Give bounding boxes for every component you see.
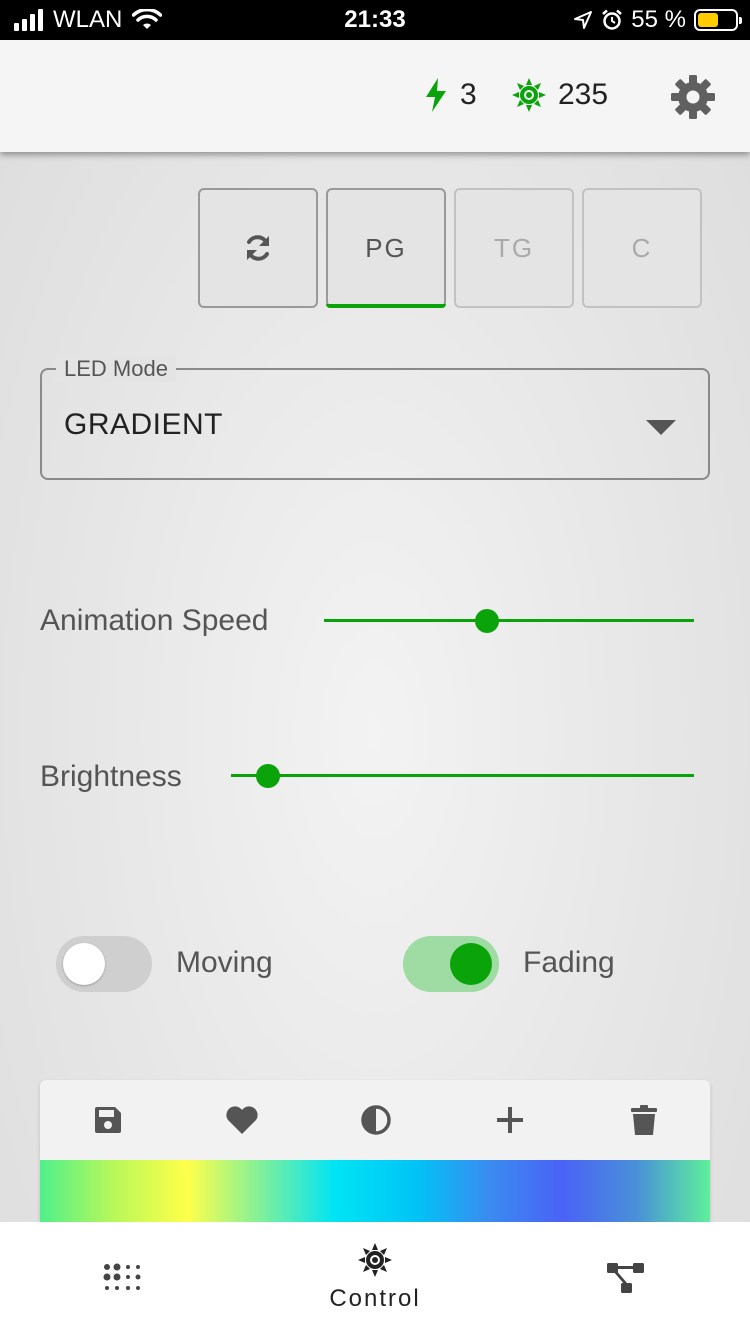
add-color-button[interactable] — [490, 1100, 530, 1140]
refresh-button[interactable] — [198, 188, 318, 308]
location-icon — [574, 11, 593, 29]
bottom-navigation: Control — [0, 1222, 750, 1334]
nav-label-control: Control — [329, 1285, 421, 1312]
heart-icon — [226, 1106, 258, 1134]
app-header: 3 235 — [0, 40, 750, 152]
palette-card — [40, 1080, 710, 1225]
nav-item-devices[interactable] — [598, 1222, 654, 1334]
mode-button-pg[interactable]: PG — [326, 188, 446, 308]
brightness-label: Brightness — [40, 760, 182, 793]
settings-gear-icon[interactable] — [670, 74, 716, 120]
battery-percent: 55 % — [631, 6, 686, 33]
lightning-icon — [426, 78, 446, 112]
invert-button[interactable] — [356, 1100, 396, 1140]
mode-button-label: PG — [365, 232, 407, 263]
power-indicator: 3 — [424, 78, 477, 112]
led-mode-select[interactable]: LED Mode GRADIENT — [40, 356, 710, 480]
tree-icon — [607, 1263, 644, 1293]
battery-icon — [694, 9, 742, 31]
trash-icon — [631, 1105, 657, 1135]
nav-item-control[interactable]: Control — [310, 1222, 440, 1334]
status-right: 55 % — [573, 6, 742, 34]
mode-button-label: TG — [493, 232, 535, 263]
favorite-button[interactable] — [222, 1100, 262, 1140]
plus-icon — [497, 1107, 523, 1133]
contrast-icon — [361, 1105, 391, 1135]
save-icon — [95, 1107, 121, 1133]
led-count: 235 — [558, 78, 609, 111]
fading-toggle[interactable] — [403, 936, 499, 992]
nav-item-effects[interactable] — [90, 1222, 160, 1334]
moving-toggle[interactable] — [56, 936, 152, 992]
sun-icon — [512, 78, 546, 112]
mode-button-c[interactable]: C — [582, 188, 702, 308]
animation-speed-slider[interactable] — [324, 609, 694, 633]
led-indicator: 235 — [512, 78, 608, 112]
dots-grid-icon — [103, 1263, 141, 1290]
status-bar: WLAN 21:33 55 % — [0, 0, 750, 40]
palette-toolbar — [40, 1100, 710, 1140]
dropdown-arrow-icon — [646, 420, 676, 435]
refresh-icon — [247, 235, 269, 261]
delete-button[interactable] — [624, 1100, 664, 1140]
led-mode-label: LED Mode — [56, 356, 176, 382]
gradient-preview[interactable] — [40, 1160, 710, 1225]
brightness-slider[interactable] — [231, 764, 694, 788]
fading-toggle-knob — [450, 943, 492, 985]
sun-icon — [358, 1243, 392, 1277]
animation-speed-label: Animation Speed — [40, 604, 269, 637]
alarm-icon — [602, 9, 623, 30]
led-mode-value: GRADIENT — [64, 408, 224, 441]
save-button[interactable] — [88, 1100, 128, 1140]
brightness-thumb[interactable] — [256, 764, 281, 788]
fading-label: Fading — [523, 946, 615, 979]
animation-speed-thumb[interactable] — [474, 609, 499, 633]
mode-button-tg[interactable]: TG — [454, 188, 574, 308]
power-count: 3 — [460, 78, 477, 111]
moving-label: Moving — [176, 946, 273, 979]
moving-toggle-knob — [63, 943, 105, 985]
mode-button-label: C — [631, 232, 653, 263]
